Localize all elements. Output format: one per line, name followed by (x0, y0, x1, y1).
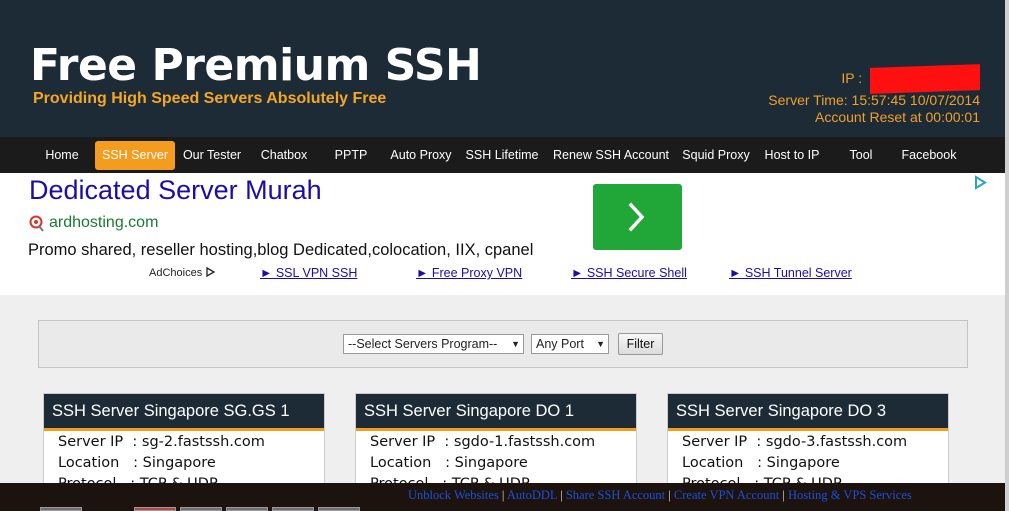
footer-links: Unblock Websites | AutoDDL | Share SSH A… (408, 488, 912, 503)
server-location-value: Singapore (142, 455, 216, 471)
ad-link-ssh-tunnel-server[interactable]: ► SSH Tunnel Server (729, 266, 852, 280)
server-card: SSH Server Singapore SG.GS 1 Server IP :… (43, 393, 325, 495)
redacted-ip-mark (870, 64, 980, 94)
server-card: SSH Server Singapore DO 1 Server IP : sg… (355, 393, 637, 495)
adchoices-text: AdChoices (149, 267, 203, 279)
server-location-value: Singapore (454, 455, 528, 471)
footer-separator: | (560, 488, 563, 502)
bottom-tab[interactable] (180, 507, 222, 511)
footer-link-hosting-vps-services[interactable]: Hosting & VPS Services (788, 488, 912, 502)
ad-link-ssh-secure-shell[interactable]: ► SSH Secure Shell (571, 266, 687, 280)
footer-link-create-vpn-account[interactable]: Create VPN Account (674, 488, 779, 502)
nav-pptp[interactable]: PPTP (325, 141, 377, 170)
adchoices-label[interactable]: AdChoices (149, 266, 216, 279)
ip-line: IP : (768, 64, 980, 94)
chevron-right-icon (628, 202, 645, 232)
program-select[interactable]: --Select Servers Program-- ▼ (343, 334, 524, 354)
footer-separator: | (668, 488, 671, 502)
nav-host-to-ip[interactable]: Host to IP (758, 141, 826, 170)
main-nav: Home SSH Server Our Tester Chatbox PPTP … (0, 137, 1005, 173)
nav-tool[interactable]: Tool (838, 141, 884, 170)
dropdown-arrow-icon: ▼ (511, 339, 520, 349)
ad-link-free-proxy-vpn[interactable]: ► Free Proxy VPN (416, 266, 522, 280)
account-reset: Account Reset at 00:00:01 (815, 109, 980, 125)
server-ip-label: Server IP : (682, 434, 762, 450)
ad-description: Promo shared, reseller hosting,blog Dedi… (28, 241, 534, 259)
server-card-title[interactable]: SSH Server Singapore SG.GS 1 (44, 394, 324, 431)
program-select-value: --Select Servers Program-- (348, 337, 498, 351)
ip-label: IP : (841, 70, 866, 86)
server-ip-value: sgdo-3.fastssh.com (765, 434, 908, 450)
nav-chatbox[interactable]: Chatbox (254, 141, 314, 170)
server-ip-label: Server IP : (58, 434, 138, 450)
server-location-label: Location : (370, 455, 451, 471)
footer-separator: | (501, 488, 505, 502)
port-select-value: Any Port (536, 337, 584, 351)
bottom-tab[interactable] (272, 507, 314, 511)
server-card-title[interactable]: SSH Server Singapore DO 1 (356, 394, 636, 431)
server-ip-row: Server IP : sg-2.fastssh.com (58, 434, 265, 450)
bottom-tab[interactable] (134, 507, 176, 511)
site-logo-title[interactable]: Free Premium SSH (30, 40, 482, 92)
adchoices-triangle-icon[interactable] (973, 175, 988, 190)
footer-link-share-ssh-account[interactable]: Share SSH Account (566, 488, 665, 502)
server-location-value: Singapore (766, 455, 840, 471)
location-pin-icon (29, 215, 44, 232)
nav-ssh-server[interactable]: SSH Server (95, 141, 175, 170)
server-card: SSH Server Singapore DO 3 Server IP : sg… (667, 393, 949, 495)
server-location-row: Location : Singapore (370, 455, 528, 471)
adchoices-icon (206, 266, 216, 278)
server-location-row: Location : Singapore (58, 455, 216, 471)
site-tagline: Providing High Speed Servers Absolutely … (33, 90, 387, 107)
page-scrollbar[interactable] (1005, 0, 1009, 511)
dropdown-arrow-icon: ▼ (596, 339, 605, 349)
site-header: Free Premium SSH Providing High Speed Se… (0, 0, 1005, 137)
nav-renew-ssh-account[interactable]: Renew SSH Account (548, 141, 674, 170)
server-card-title[interactable]: SSH Server Singapore DO 3 (668, 394, 948, 431)
bottom-tab[interactable] (318, 507, 360, 511)
bottom-tab[interactable] (226, 507, 268, 511)
server-time: Server Time: 15:57:45 10/07/2014 (768, 92, 980, 108)
server-ip-row: Server IP : sgdo-1.fastssh.com (370, 434, 595, 450)
nav-home[interactable]: Home (36, 141, 88, 170)
ad-banner: Dedicated Server Murah ardhosting.com Pr… (0, 173, 1005, 295)
server-ip-value: sgdo-1.fastssh.com (453, 434, 596, 450)
filter-button[interactable]: Filter (618, 333, 663, 355)
nav-squid-proxy[interactable]: Squid Proxy (680, 141, 752, 170)
nav-our-tester[interactable]: Our Tester (178, 141, 246, 170)
nav-facebook[interactable]: Facebook (896, 141, 962, 170)
server-location-label: Location : (58, 455, 139, 471)
footer-link-unblock-websites[interactable]: Unblock Websites (408, 488, 499, 502)
footer-separator: | (782, 488, 785, 502)
nav-auto-proxy[interactable]: Auto Proxy (387, 141, 455, 170)
server-location-label: Location : (682, 455, 763, 471)
server-location-row: Location : Singapore (682, 455, 840, 471)
server-ip-row: Server IP : sgdo-3.fastssh.com (682, 434, 907, 450)
nav-ssh-lifetime[interactable]: SSH Lifetime (462, 141, 542, 170)
ad-link-ssl-vpn-ssh[interactable]: ► SSL VPN SSH (260, 266, 357, 280)
server-ip-value: sg-2.fastssh.com (141, 434, 265, 450)
bottom-tab[interactable] (40, 507, 82, 511)
ad-title-link[interactable]: Dedicated Server Murah (29, 175, 322, 206)
port-select[interactable]: Any Port ▼ (531, 334, 609, 354)
ad-go-button[interactable] (593, 184, 682, 250)
footer-link-autoddl[interactable]: AutoDDL (507, 488, 557, 502)
server-ip-label: Server IP : (370, 434, 450, 450)
server-info: IP : Server Time: 15:57:45 10/07/2014 Ac… (768, 64, 980, 126)
server-filter-panel: --Select Servers Program-- ▼ Any Port ▼ Fi… (38, 320, 968, 368)
ad-url-link[interactable]: ardhosting.com (49, 214, 158, 232)
